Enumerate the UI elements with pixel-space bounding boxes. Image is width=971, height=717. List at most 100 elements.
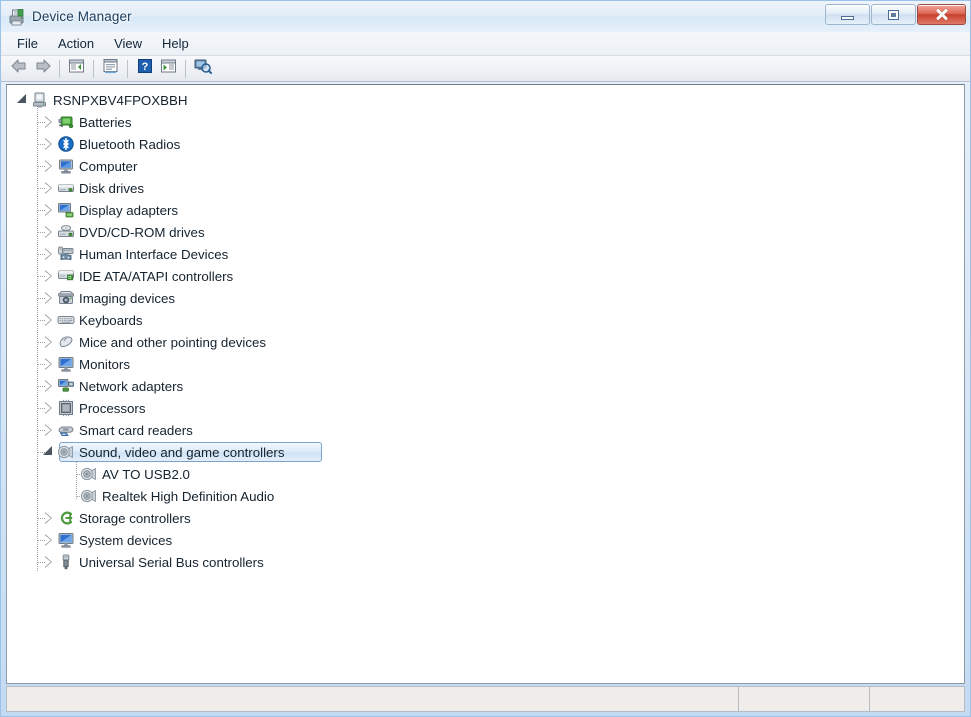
tree-node-label: AV TO USB2.0 — [102, 466, 190, 482]
tree-node-av-to-usb20[interactable]: AV TO USB2.0 — [7, 463, 964, 485]
tree-node-label: Sound, video and game controllers — [79, 444, 285, 460]
expand-toggle-icon[interactable] — [41, 397, 57, 419]
tree-node-batteries[interactable]: Batteries — [7, 111, 964, 133]
ide-controller-icon — [57, 267, 75, 285]
tree-node-system-devices[interactable]: System devices — [7, 529, 964, 551]
disk-drive-icon — [57, 179, 75, 197]
tree-node-computer[interactable]: Computer — [7, 155, 964, 177]
tree-node-label: Smart card readers — [79, 422, 193, 438]
back-arrow-icon — [10, 58, 28, 79]
help-icon: ? — [137, 58, 153, 79]
help-button[interactable]: ? — [133, 58, 156, 80]
tree-node-ide-ata-atapi-controllers[interactable]: IDE ATA/ATAPI controllers — [7, 265, 964, 287]
expand-toggle-icon[interactable] — [41, 111, 57, 133]
display-adapter-icon — [57, 201, 75, 219]
tree-node-label: Realtek High Definition Audio — [102, 488, 275, 504]
tree-node-storage-controllers[interactable]: Storage controllers — [7, 507, 964, 529]
expand-toggle-icon[interactable] — [41, 243, 57, 265]
expand-toggle-icon[interactable] — [41, 199, 57, 221]
tree-node-processors[interactable]: Processors — [7, 397, 964, 419]
imaging-device-icon — [57, 289, 75, 307]
computer-icon — [57, 157, 75, 175]
menu-view[interactable]: View — [104, 33, 152, 55]
expand-toggle-icon[interactable] — [41, 353, 57, 375]
tree-node-mice-and-other-pointing-devices[interactable]: Mice and other pointing devices — [7, 331, 964, 353]
tree-node-monitors[interactable]: Monitors — [7, 353, 964, 375]
expand-toggle-icon[interactable] — [41, 331, 57, 353]
expand-toggle-icon[interactable] — [41, 155, 57, 177]
tree-node-label: Processors — [79, 400, 146, 416]
expand-toggle-icon[interactable] — [41, 309, 57, 331]
tree-node-imaging-devices[interactable]: Imaging devices — [7, 287, 964, 309]
status-pane-secondary — [739, 687, 870, 711]
back-button[interactable] — [7, 58, 30, 80]
expand-toggle-icon[interactable] — [41, 133, 57, 155]
tree-node-bluetooth-radios[interactable]: Bluetooth Radios — [7, 133, 964, 155]
menu-action[interactable]: Action — [48, 33, 104, 55]
show-console-tree-button[interactable] — [65, 58, 88, 80]
tree-node-dvd-cd-rom-drives[interactable]: DVD/CD-ROM drives — [7, 221, 964, 243]
tree-node-disk-drives[interactable]: Disk drives — [7, 177, 964, 199]
toolbar-separator — [93, 59, 94, 78]
expand-toggle-icon[interactable] — [41, 265, 57, 287]
tree-node-label: Disk drives — [79, 180, 145, 196]
expand-toggle-icon[interactable] — [41, 221, 57, 243]
scan-hardware-changes-button[interactable] — [191, 58, 214, 80]
smart-card-reader-icon — [57, 421, 75, 439]
tree-node-root[interactable]: RSNPXBV4FPOXBBH — [7, 89, 964, 111]
expand-toggle-icon[interactable] — [41, 551, 57, 573]
menu-file[interactable]: File — [7, 33, 48, 55]
title-bar: Device Manager — [1, 1, 970, 32]
battery-icon — [57, 113, 75, 131]
keyboard-icon — [57, 311, 75, 329]
status-pane-message — [7, 687, 739, 711]
close-button[interactable] — [917, 4, 966, 25]
device-tree[interactable]: RSNPXBV4FPOXBBH Batteries Bluetooth Radi… — [6, 84, 965, 684]
toolbar-separator — [59, 59, 60, 78]
device-manager-window: Device Manager File Action View Help ? R… — [0, 0, 971, 717]
tree-node-label: Batteries — [79, 114, 132, 130]
menu-help[interactable]: Help — [152, 33, 199, 55]
tree-node-label: Universal Serial Bus controllers — [79, 554, 264, 570]
monitor-icon — [57, 355, 75, 373]
tree-node-label: Storage controllers — [79, 510, 191, 526]
storage-controller-icon — [57, 509, 75, 527]
expand-toggle-icon[interactable] — [41, 419, 57, 441]
status-pane-tertiary — [870, 687, 964, 711]
update-driver-button[interactable] — [157, 58, 180, 80]
expand-toggle-icon[interactable] — [41, 441, 57, 463]
minimize-button[interactable] — [825, 4, 870, 25]
tree-node-label: Human Interface Devices — [79, 246, 229, 262]
tree-node-display-adapters[interactable]: Display adapters — [7, 199, 964, 221]
show-console-tree-icon — [68, 58, 85, 79]
tree-node-network-adapters[interactable]: Network adapters — [7, 375, 964, 397]
forward-arrow-icon — [34, 58, 52, 79]
svg-text:?: ? — [141, 61, 148, 73]
tree-node-label: Monitors — [79, 356, 130, 372]
content-area: RSNPXBV4FPOXBBH Batteries Bluetooth Radi… — [1, 82, 970, 684]
tree-node-label: DVD/CD-ROM drives — [79, 224, 205, 240]
tree-node-realtek-high-definition-audio[interactable]: Realtek High Definition Audio — [7, 485, 964, 507]
expand-toggle-icon[interactable] — [41, 375, 57, 397]
toolbar-separator — [127, 59, 128, 78]
sound-device-icon — [80, 465, 98, 483]
sound-device-icon — [80, 487, 98, 505]
tree-node-label: Computer — [79, 158, 138, 174]
toolbar: ? — [1, 56, 970, 82]
tree-node-human-interface-devices[interactable]: Human Interface Devices — [7, 243, 964, 265]
properties-button[interactable] — [99, 58, 122, 80]
tree-node-universal-serial-bus-controllers[interactable]: Universal Serial Bus controllers — [7, 551, 964, 573]
expand-toggle-icon[interactable] — [15, 89, 31, 111]
tree-node-sound-video-and-game-controllers[interactable]: Sound, video and game controllers — [7, 441, 964, 463]
expand-toggle-icon[interactable] — [41, 507, 57, 529]
forward-button[interactable] — [31, 58, 54, 80]
expand-toggle-icon[interactable] — [41, 287, 57, 309]
tree-node-label: System devices — [79, 532, 173, 548]
tree-node-label: IDE ATA/ATAPI controllers — [79, 268, 234, 284]
tree-node-smart-card-readers[interactable]: Smart card readers — [7, 419, 964, 441]
expand-toggle-icon[interactable] — [41, 177, 57, 199]
expand-toggle-icon[interactable] — [41, 529, 57, 551]
maximize-button[interactable] — [871, 4, 916, 25]
tree-node-keyboards[interactable]: Keyboards — [7, 309, 964, 331]
bluetooth-icon — [57, 135, 75, 153]
